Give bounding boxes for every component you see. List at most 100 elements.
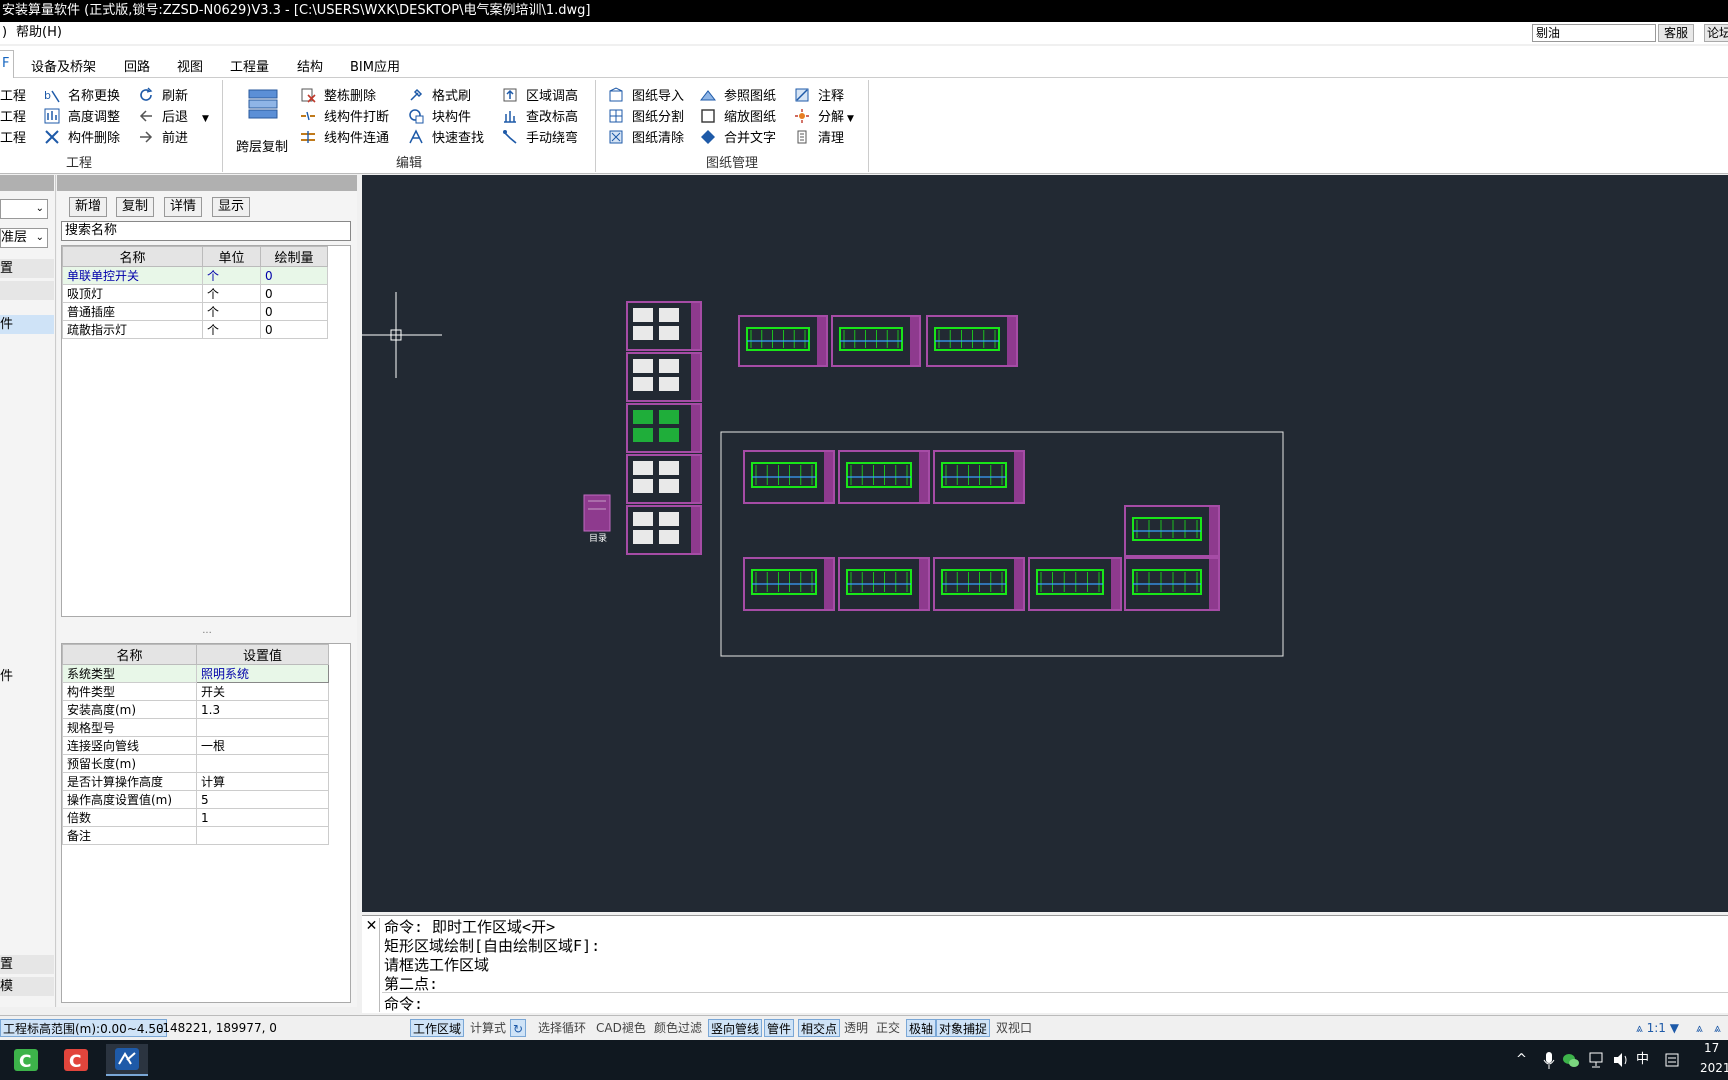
taskbar-app-red-icon[interactable]: C (58, 1044, 94, 1076)
property-value[interactable]: 1.3 (196, 700, 329, 719)
status-toggle[interactable]: 竖向管线 (708, 1019, 763, 1037)
table-row[interactable]: 单联单控开关个 0 (62, 266, 328, 285)
cell-quantity[interactable]: 0 (260, 284, 328, 303)
drawing-sheet[interactable] (743, 557, 835, 611)
nav-item-6[interactable]: 模 (0, 977, 54, 996)
delete-component-button[interactable]: 构件删除 (44, 129, 120, 149)
property-row[interactable]: 倍数 1 (62, 808, 329, 827)
cell-name[interactable]: 普通插座 (62, 302, 203, 321)
status-toggle[interactable]: 管件 (764, 1019, 795, 1037)
column-header-name[interactable]: 名称 (62, 246, 203, 267)
table-row[interactable]: 吸顶灯个 0 (62, 284, 328, 303)
tab-bim[interactable]: BIM应用 (350, 56, 400, 75)
drawing-sheet[interactable] (626, 301, 702, 351)
tab-home[interactable]: F (0, 50, 15, 79)
column-header-unit[interactable]: 单位 (202, 246, 261, 267)
drawing-sheet[interactable] (743, 450, 835, 504)
tray-chevron-up-icon[interactable]: ^ (1516, 1040, 1527, 1080)
cell-name[interactable]: 疏散指示灯 (62, 320, 203, 339)
cross-floor-copy-button[interactable]: 跨层复制 (236, 84, 290, 155)
status-toggle[interactable]: 正交 (874, 1019, 902, 1037)
ime-mode-icon[interactable] (1664, 1040, 1680, 1080)
drawing-sheet[interactable] (933, 557, 1025, 611)
check-elevation-button[interactable]: 查改标高 (502, 108, 578, 128)
drawing-sheet[interactable] (626, 454, 702, 504)
scale-drawing-button[interactable]: 缩放图纸 (700, 108, 776, 128)
help-search-input[interactable]: 剔油 (1532, 24, 1656, 42)
taskbar-app-estimate-icon[interactable] (106, 1044, 148, 1076)
table-row[interactable]: 疏散指示灯个 0 (62, 320, 328, 339)
drawing-sheet[interactable] (933, 450, 1025, 504)
drawing-sheet[interactable] (1028, 557, 1122, 611)
cell-unit[interactable]: 个 (202, 302, 261, 321)
property-value[interactable] (196, 718, 329, 737)
ribbon-project-1[interactable]: 工程 (0, 87, 26, 107)
cell-unit[interactable]: 个 (202, 266, 261, 285)
property-value[interactable]: 开关 (196, 682, 329, 701)
property-row[interactable]: 预留长度(m) (62, 754, 329, 773)
drawing-sheet[interactable] (738, 315, 828, 367)
back-button[interactable]: 后退 ▼ (138, 108, 209, 128)
merge-text-button[interactable]: 合并文字 (700, 129, 776, 149)
drawing-sheet[interactable] (838, 450, 930, 504)
reference-drawing-button[interactable]: 参照图纸 (699, 87, 776, 107)
status-toggle[interactable]: CAD褪色 (594, 1019, 648, 1037)
network-icon[interactable] (1588, 1040, 1606, 1080)
quick-find-button[interactable]: 快速查找 (408, 129, 484, 149)
close-icon[interactable]: ✕ (364, 918, 380, 1012)
nav-item-5[interactable]: 置 (0, 955, 54, 974)
property-value[interactable] (196, 826, 329, 845)
region-raise-button[interactable]: 区域调高 (502, 87, 578, 107)
split-drawing-button[interactable]: 图纸分割 (608, 108, 684, 128)
contents-sheet[interactable]: 目录 (583, 494, 611, 544)
nav-item-3[interactable]: 件 (0, 315, 54, 334)
import-drawing-button[interactable]: 图纸导入 (608, 87, 684, 107)
property-row[interactable]: 是否计算操作高度 计算 (62, 772, 329, 791)
property-row[interactable]: 规格型号 (62, 718, 329, 737)
annotate-button[interactable]: 注释 (794, 87, 844, 107)
height-adjust-button[interactable]: 高度调整 (44, 108, 120, 128)
floor-combo-1[interactable]: ⌄ (0, 199, 48, 219)
drawing-sheet[interactable] (1124, 505, 1220, 557)
drawing-sheet[interactable] (1124, 557, 1220, 611)
tab-quantities[interactable]: 工程量 (230, 56, 269, 75)
drawing-sheet[interactable] (626, 403, 702, 453)
forward-button[interactable]: 前进 (138, 129, 188, 149)
cell-quantity[interactable]: 0 (260, 266, 328, 285)
property-value[interactable] (196, 754, 329, 773)
nav-item-4[interactable]: 件 (0, 667, 54, 686)
building-delete-button[interactable]: 整栋删除 (300, 87, 376, 107)
volume-icon[interactable] (1612, 1040, 1630, 1080)
table-row[interactable]: 普通插座个 0 (62, 302, 328, 321)
panel-splitter[interactable]: ... (57, 625, 357, 639)
ribbon-project-2[interactable]: 工程 (0, 108, 26, 128)
cell-name[interactable]: 单联单控开关 (62, 266, 203, 285)
line-break-button[interactable]: 线构件打断 (300, 108, 389, 128)
back-dropdown-icon[interactable]: ▼ (202, 114, 209, 124)
wechat-icon[interactable] (1562, 1040, 1580, 1080)
customer-service-button[interactable]: 客服 (1658, 24, 1694, 42)
status-toggle[interactable]: 透明 (842, 1019, 870, 1037)
cell-quantity[interactable]: 0 (260, 320, 328, 339)
status-toggle[interactable]: 计算式 (468, 1019, 508, 1037)
add-button[interactable]: 新增 (69, 197, 107, 217)
command-input[interactable]: 命令: (382, 992, 1728, 1013)
status-toggle[interactable]: 双视口 (994, 1019, 1034, 1037)
tab-view[interactable]: 视图 (177, 56, 203, 75)
cell-quantity[interactable]: 0 (260, 302, 328, 321)
component-search-input[interactable]: 搜索名称 (61, 221, 351, 241)
status-toggle[interactable]: 颜色过滤 (652, 1019, 704, 1037)
ribbon-project-3[interactable]: 工程 (0, 129, 26, 149)
tab-structure[interactable]: 结构 (297, 56, 323, 75)
annotation-scale[interactable]: ⩓ 1:1 ▼ (1634, 1019, 1681, 1037)
explode-dropdown-icon[interactable]: ▼ (847, 114, 854, 124)
drawing-sheet[interactable] (838, 557, 930, 611)
property-row[interactable]: 系统类型 照明系统 (62, 664, 329, 683)
cell-name[interactable]: 吸顶灯 (62, 284, 203, 303)
ime-indicator[interactable]: 中 (1636, 1040, 1649, 1080)
status-toggle[interactable]: 选择循环 (536, 1019, 588, 1037)
cad-canvas[interactable]: 目录 (362, 175, 1728, 912)
taskbar-app-green-icon[interactable]: C (8, 1044, 44, 1076)
clear-drawing-button[interactable]: 图纸清除 (608, 129, 684, 149)
explode-button[interactable]: 分解 ▼ (794, 108, 854, 128)
